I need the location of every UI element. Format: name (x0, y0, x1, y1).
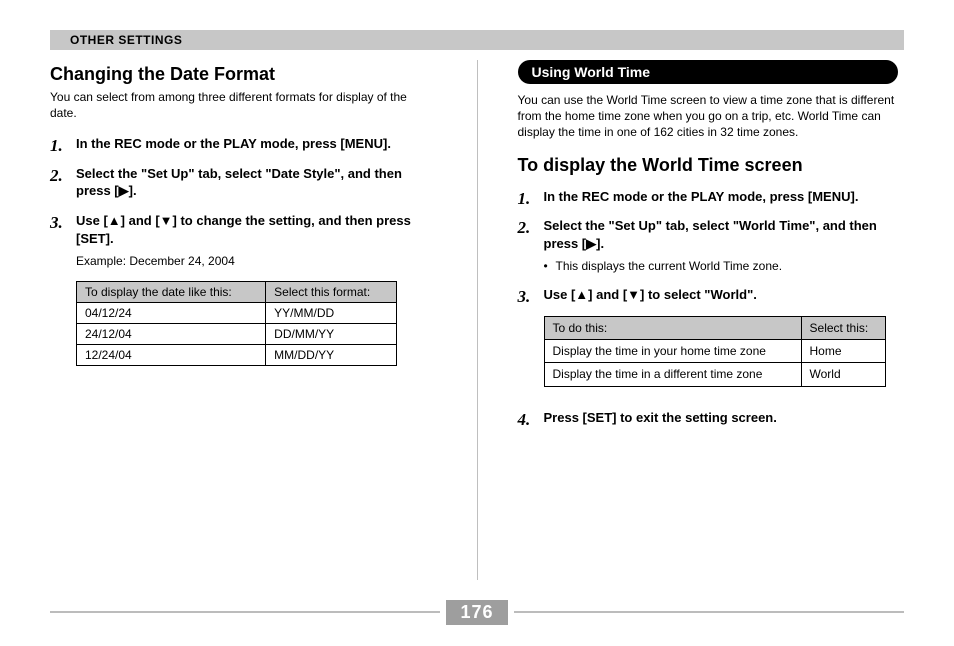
step-text: Use [▲] and [▼] to select "World". (544, 287, 757, 302)
page-footer: 176 (50, 600, 904, 624)
step-number: 4. (518, 409, 531, 432)
left-steps: 1. In the REC mode or the PLAY mode, pre… (50, 135, 437, 269)
footer-line-right (514, 611, 904, 613)
table-cell: 12/24/04 (77, 345, 266, 366)
step-number: 1. (50, 135, 63, 158)
step-text: Select the "Set Up" tab, select "Date St… (76, 166, 402, 199)
right-intro: You can use the World Time screen to vie… (518, 92, 905, 141)
step-number: 3. (518, 286, 531, 309)
manual-page: OTHER SETTINGS Changing the Date Format … (0, 0, 954, 646)
table-row: 12/24/04 MM/DD/YY (77, 345, 397, 366)
step-number: 2. (518, 217, 531, 240)
table-cell: Home (801, 340, 885, 363)
step-text: In the REC mode or the PLAY mode, press … (76, 136, 391, 151)
table-header: Select this format: (266, 282, 397, 303)
step-number: 3. (50, 212, 63, 235)
step-bullet: This displays the current World Time zon… (544, 258, 905, 274)
table-cell: 04/12/24 (77, 303, 266, 324)
table-cell: 24/12/04 (77, 324, 266, 345)
section-bar: OTHER SETTINGS (50, 30, 904, 50)
step-text: Use [▲] and [▼] to change the setting, a… (76, 213, 411, 246)
right-column: Using World Time You can use the World T… (518, 60, 905, 580)
step-text: In the REC mode or the PLAY mode, press … (544, 189, 859, 204)
left-step-1: 1. In the REC mode or the PLAY mode, pre… (50, 135, 437, 153)
table-row: Display the time in your home time zone … (544, 340, 885, 363)
left-column: Changing the Date Format You can select … (50, 60, 437, 580)
right-step-3: 3. Use [▲] and [▼] to select "World". To… (518, 286, 905, 386)
table-header-row: To do this: Select this: (544, 316, 885, 339)
left-step-3: 3. Use [▲] and [▼] to change the setting… (50, 212, 437, 269)
right-step-1: 1. In the REC mode or the PLAY mode, pre… (518, 188, 905, 206)
left-step-2: 2. Select the "Set Up" tab, select "Date… (50, 165, 437, 200)
left-intro: You can select from among three differen… (50, 89, 437, 121)
table-header: To display the date like this: (77, 282, 266, 303)
example-label: Example: December 24, 2004 (76, 253, 437, 269)
world-time-table: To do this: Select this: Display the tim… (544, 316, 886, 387)
table-header: To do this: (544, 316, 801, 339)
table-cell: Display the time in a different time zon… (544, 363, 801, 386)
page-number: 176 (446, 600, 507, 625)
table-cell: YY/MM/DD (266, 303, 397, 324)
right-step-2: 2. Select the "Set Up" tab, select "Worl… (518, 217, 905, 274)
right-heading: To display the World Time screen (518, 155, 905, 176)
step-number: 1. (518, 188, 531, 211)
section-pill: Using World Time (518, 60, 898, 84)
table-cell: Display the time in your home time zone (544, 340, 801, 363)
step-text: Select the "Set Up" tab, select "World T… (544, 218, 877, 251)
table-row: 04/12/24 YY/MM/DD (77, 303, 397, 324)
table-header-row: To display the date like this: Select th… (77, 282, 397, 303)
footer-line-left (50, 611, 440, 613)
right-step-4: 4. Press [SET] to exit the setting scree… (518, 409, 905, 427)
table-cell: World (801, 363, 885, 386)
table-row: Display the time in a different time zon… (544, 363, 885, 386)
right-steps: 1. In the REC mode or the PLAY mode, pre… (518, 188, 905, 426)
step-text: Press [SET] to exit the setting screen. (544, 410, 777, 425)
left-heading: Changing the Date Format (50, 64, 437, 85)
columns: Changing the Date Format You can select … (50, 60, 904, 580)
column-divider (477, 60, 478, 580)
date-format-table: To display the date like this: Select th… (76, 281, 397, 366)
table-cell: MM/DD/YY (266, 345, 397, 366)
table-row: 24/12/04 DD/MM/YY (77, 324, 397, 345)
step-number: 2. (50, 165, 63, 188)
table-cell: DD/MM/YY (266, 324, 397, 345)
table-header: Select this: (801, 316, 885, 339)
